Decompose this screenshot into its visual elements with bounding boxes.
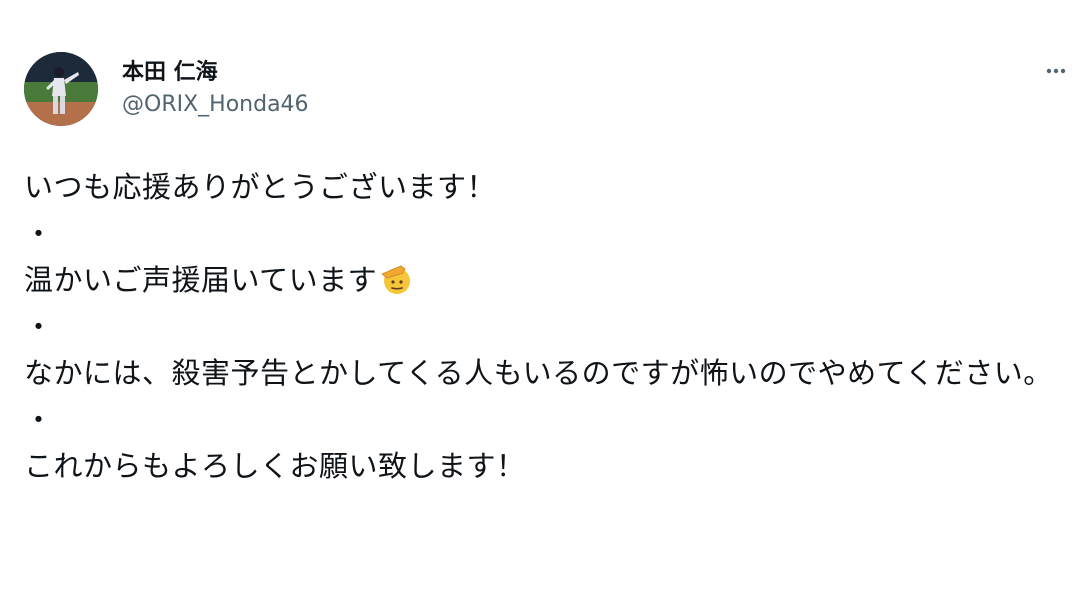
tweet-line-separator: ・ <box>24 309 54 344</box>
tweet: 本田 仁海 @ORIX_Honda46 いつも応援ありがとうございます！ ・ 温… <box>0 0 1080 599</box>
tweet-line-text: 温かいご声援届いています <box>24 263 378 297</box>
tweet-line: これからもよろしくお願い致します！ <box>24 449 526 483</box>
tweet-line-separator: ・ <box>24 216 54 251</box>
saluting-face-emoji <box>379 262 413 296</box>
avatar[interactable] <box>24 52 98 126</box>
tweet-line: 温かいご声援届いています <box>24 257 1064 304</box>
tweet-line: なかには、殺害予告とかしてくる人もいるのですが怖いのでやめてください。 <box>24 356 1053 390</box>
tweet-text: いつも応援ありがとうございます！ ・ 温かいご声援届いています ・ なかには、殺… <box>24 164 1064 490</box>
tweet-line: いつも応援ありがとうございます！ <box>24 170 497 204</box>
display-name[interactable]: 本田 仁海 <box>122 54 218 86</box>
tweet-line-separator: ・ <box>24 402 54 437</box>
user-handle[interactable]: @ORIX_Honda46 <box>122 92 309 117</box>
more-horizontal-icon[interactable] <box>1036 56 1076 86</box>
